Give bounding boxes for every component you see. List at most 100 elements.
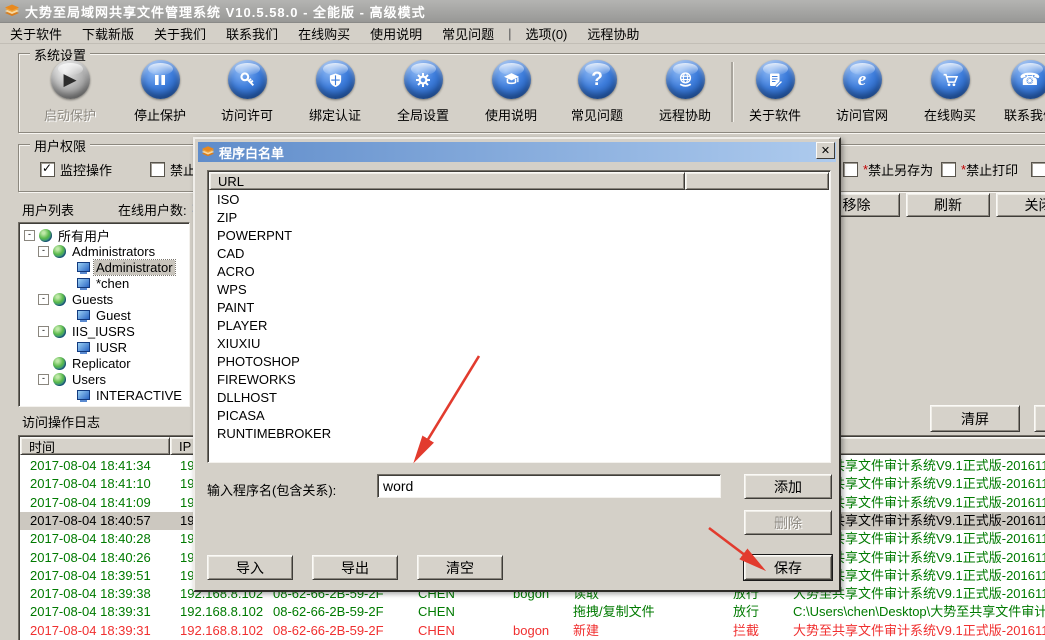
whitelist-item-photoshop[interactable]: PHOTOSHOP [209, 353, 687, 371]
log-cell-time: 2017-08-04 18:40:26 [20, 549, 170, 567]
log-row[interactable]: 2017-08-04 18:39:31192.168.8.10208-62-66… [20, 603, 1045, 621]
toolbar-button-label: 常见问题 [552, 105, 642, 124]
whitelist-item-cad[interactable]: CAD [209, 245, 687, 263]
toolbar-button-11[interactable]: 在线购买 [905, 60, 995, 124]
clear-screen-button[interactable]: 清屏 [930, 405, 1020, 432]
checkbox-icon[interactable] [40, 162, 55, 177]
globe-icon [53, 325, 66, 338]
menu-item[interactable]: 联系我们 [216, 22, 288, 45]
toolbar-button-2[interactable]: 停止保护 [115, 60, 205, 124]
log-cell-time: 2017-08-04 18:41:10 [20, 475, 170, 493]
tree-expander-icon[interactable]: - [24, 230, 35, 241]
tree-item-users[interactable]: -Users [38, 371, 108, 387]
menu-item[interactable]: 常见问题 [432, 22, 504, 45]
program-whitelist-dialog: 程序白名单 ✕ URL ISOZIPPOWERPNTCADACROWPSPAIN… [193, 137, 841, 592]
log-cell-user: CHEN [408, 603, 503, 621]
tree-item-administrator[interactable]: Administrator [62, 259, 175, 275]
shield-icon [316, 60, 355, 99]
menu-item[interactable]: 在线购买 [288, 22, 360, 45]
toolbar-button-label: 访问官网 [817, 105, 907, 124]
save-button[interactable]: 保存 [744, 555, 832, 580]
checkbox-monitor-operations[interactable]: 监控操作 [40, 160, 112, 179]
toolbar-button-1[interactable]: ▶启动保护 [25, 60, 115, 124]
whitelist-item-acro[interactable]: ACRO [209, 263, 687, 281]
toolbar-button-9[interactable]: 关于软件 [730, 60, 820, 124]
menu-item[interactable]: 选项(0) [516, 22, 578, 45]
checkbox-forbid-print[interactable]: *禁止打印 [941, 160, 1018, 179]
tree-item-iisiusrs[interactable]: -IIS_IUSRS [38, 323, 137, 339]
import-button[interactable]: 导入 [207, 555, 293, 580]
toolbar-button-3[interactable]: 访问许可 [202, 60, 292, 124]
log-column-header-时间[interactable]: 时间 [20, 437, 170, 455]
menu-item[interactable]: 远程协助 [577, 22, 649, 45]
export-button[interactable]: 导出 [312, 555, 398, 580]
tree-expander-icon[interactable]: - [38, 374, 49, 385]
toolbar-button-4[interactable]: 绑定认证 [290, 60, 380, 124]
computer-icon [77, 262, 90, 272]
toolbar-button-7[interactable]: ?常见问题 [552, 60, 642, 124]
checkbox-icon[interactable] [1031, 162, 1045, 177]
log-cell-time: 2017-08-04 18:41:09 [20, 494, 170, 512]
whitelist-column-header-2[interactable] [685, 172, 829, 190]
partial-right-button[interactable] [1034, 405, 1045, 432]
dialog-app-icon [201, 144, 215, 161]
whitelist-column-header[interactable]: URL [209, 172, 685, 190]
log-cell-time: 2017-08-04 18:39:31 [20, 622, 170, 640]
dialog-close-button[interactable]: ✕ [816, 142, 835, 159]
tree-expander-icon[interactable]: - [38, 326, 49, 337]
online-users-label: 在线用户数: [118, 200, 187, 219]
tree-item-guests[interactable]: -Guests [38, 291, 115, 307]
tree-item-chen[interactable]: *chen [62, 275, 131, 291]
toolbar-button-label: 绑定认证 [290, 105, 380, 124]
whitelist-item-player[interactable]: PLAYER [209, 317, 687, 335]
checkbox-label: 禁止打印 [966, 160, 1018, 179]
whitelist-item-picasa[interactable]: PICASA [209, 407, 687, 425]
whitelist-item-runtimebroker[interactable]: RUNTIMEBROKER [209, 425, 687, 443]
log-cell-path: 大势至共享文件审计系统V9.1正式版-20161122 - [783, 622, 1045, 640]
menu-item[interactable]: 使用说明 [360, 22, 432, 45]
whitelist-item-zip[interactable]: ZIP [209, 209, 687, 227]
tree-item-label: IUSR [94, 340, 129, 355]
checkbox-label: 监控操作 [60, 160, 112, 179]
checkbox-icon[interactable] [941, 162, 956, 177]
clear-button[interactable]: 清空 [417, 555, 503, 580]
whitelist-item-paint[interactable]: PAINT [209, 299, 687, 317]
tree-expander-icon[interactable]: - [38, 294, 49, 305]
toolbar-button-12[interactable]: ☎联系我们 [985, 60, 1045, 124]
dialog-titlebar[interactable]: 程序白名单 [198, 142, 836, 162]
checkbox-icon[interactable] [843, 162, 858, 177]
tree-item-iusr[interactable]: IUSR [62, 339, 129, 355]
whitelist-item-wps[interactable]: WPS [209, 281, 687, 299]
whitelist-item-iso[interactable]: ISO [209, 191, 687, 209]
tree-item-所有用户[interactable]: - 所有用户 [24, 227, 112, 243]
log-cell-status: 拦截 [723, 622, 783, 640]
toolbar-button-5[interactable]: 全局设置 [378, 60, 468, 124]
whitelist-item-powerpnt[interactable]: POWERPNT [209, 227, 687, 245]
menu-item[interactable]: 关于软件 [0, 22, 72, 45]
tree-item-replicator[interactable]: Replicator [38, 355, 133, 371]
menu-item[interactable]: 关于我们 [144, 22, 216, 45]
menu-item[interactable]: 下载新版 [72, 22, 144, 45]
tree-expander-icon[interactable]: - [38, 246, 49, 257]
toolbar-button-6[interactable]: 使用说明 [466, 60, 556, 124]
toolbar-button-8[interactable]: 远程协助 [640, 60, 730, 124]
program-name-input[interactable] [377, 474, 721, 498]
delete-button[interactable]: 删除 [744, 510, 832, 535]
whitelist-item-dllhost[interactable]: DLLHOST [209, 389, 687, 407]
refresh-button[interactable]: 刷新 [906, 193, 990, 217]
toolbar-button-10[interactable]: e访问官网 [817, 60, 907, 124]
checkbox-forbid-partial[interactable]: 禁 [1031, 160, 1045, 179]
whitelist-item-xiuxiu[interactable]: XIUXIU [209, 335, 687, 353]
log-cell-mac: 08-62-66-2B-59-2F [263, 622, 408, 640]
tree-item-interactive[interactable]: INTERACTIVE [62, 387, 184, 403]
checkbox-icon[interactable] [150, 162, 165, 177]
tree-item-guest[interactable]: Guest [62, 307, 133, 323]
tree-item-administrators[interactable]: -Administrators [38, 243, 157, 259]
log-row[interactable]: 2017-08-04 18:39:31192.168.8.10208-62-66… [20, 622, 1045, 640]
whitelist-item-fireworks[interactable]: FIREWORKS [209, 371, 687, 389]
close-button[interactable]: 关闭 [996, 193, 1045, 217]
gear-icon [404, 60, 443, 99]
tree-item-label: 所有用户 [56, 226, 112, 245]
checkbox-forbid-save-as[interactable]: *禁止另存为 [843, 160, 933, 179]
add-button[interactable]: 添加 [744, 474, 832, 499]
